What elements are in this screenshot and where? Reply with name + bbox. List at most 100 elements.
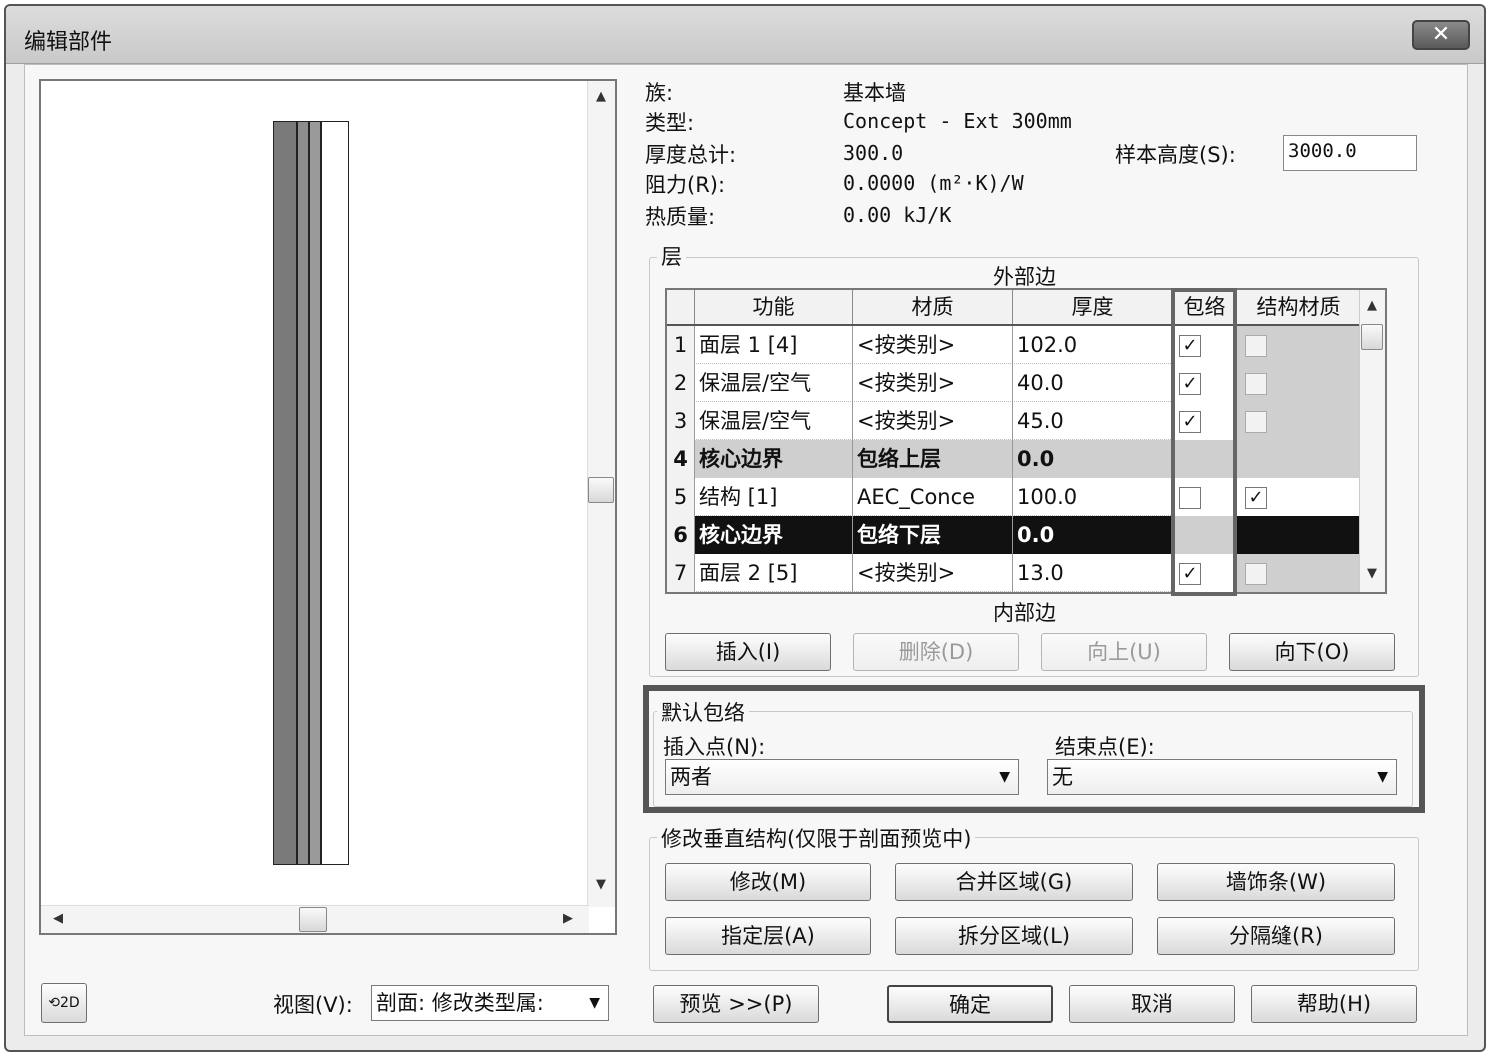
end-point-value: 无 [1052,765,1073,789]
structural-material-checkbox[interactable] [1245,335,1267,357]
scroll-left-icon[interactable]: ◀ [53,911,63,926]
layer-structural-cell[interactable] [1237,364,1361,402]
close-button[interactable]: ✕ [1412,20,1470,50]
insert-button[interactable]: 插入(I) [665,633,831,671]
scroll-down-icon[interactable]: ▼ [596,877,606,892]
assign-layers-button[interactable]: 指定层(A) [665,917,871,955]
section-preview[interactable]: ▲ ▼ ◀ ▶ [39,79,617,935]
view-select[interactable]: 剖面: 修改类型属: ▼ [371,985,609,1021]
table-scroll-down-icon[interactable]: ▼ [1367,566,1377,581]
header-structural-material: 结构材质 [1237,290,1361,324]
row-number: 4 [667,440,695,478]
layer-row[interactable]: 2 保温层/空气 <按类别> 40.0 ✓ [667,364,1361,402]
2d-view-icon: ⟲2D [48,995,80,1011]
layer-function[interactable]: 核心边界 [695,440,853,478]
chevron-down-icon: ▼ [1377,769,1388,785]
table-scroll-up-icon[interactable]: ▲ [1367,298,1377,313]
layer-function[interactable]: 核心边界 [695,516,853,554]
layer-material[interactable]: 包络下层 [853,516,1013,554]
layer-row[interactable]: 1 面层 1 [4] <按类别> 102.0 ✓ [667,326,1361,364]
layer-material[interactable]: <按类别> [853,326,1013,364]
layer-row[interactable]: 5 结构 [1] AEC_Conce 100.0 ✓ [667,478,1361,516]
wall-layer-structure [321,121,349,865]
layer-function[interactable]: 保温层/空气 [695,364,853,402]
reveals-button[interactable]: 分隔缝(R) [1157,917,1395,955]
layer-row[interactable]: 3 保温层/空气 <按类别> 45.0 ✓ [667,402,1361,440]
type-label: 类型: [645,111,695,135]
row-number: 1 [667,326,695,364]
structural-material-checkbox[interactable] [1245,411,1267,433]
close-icon: ✕ [1431,22,1451,47]
header-rownum [667,290,695,324]
layer-function[interactable]: 保温层/空气 [695,402,853,440]
layer-thickness[interactable]: 100.0 [1013,478,1173,516]
move-down-button[interactable]: 向下(O) [1229,633,1395,671]
header-thickness: 厚度 [1013,290,1173,324]
layer-material[interactable]: <按类别> [853,554,1013,592]
chevron-down-icon: ▼ [589,986,600,1020]
layer-structural-cell[interactable] [1237,402,1361,440]
ok-button[interactable]: 确定 [887,985,1053,1023]
layer-material[interactable]: <按类别> [853,364,1013,402]
move-up-button[interactable]: 向上(U) [1041,633,1207,671]
cancel-button[interactable]: 取消 [1069,985,1235,1023]
sweeps-button[interactable]: 墙饰条(W) [1157,863,1395,901]
layer-function[interactable]: 面层 2 [5] [695,554,853,592]
insert-point-label: 插入点(N): [663,735,766,759]
vertical-scroll-thumb[interactable] [588,477,614,503]
structural-material-checkbox[interactable] [1245,373,1267,395]
layer-structural-cell[interactable] [1237,440,1361,478]
wall-layer-insulation-1 [297,121,309,865]
exterior-side-label: 外部边 [993,265,1056,289]
layers-group-title: 层 [657,241,686,271]
scroll-right-icon[interactable]: ▶ [563,911,573,926]
layer-structural-cell[interactable] [1237,554,1361,592]
layer-structural-cell[interactable] [1237,326,1361,364]
preview-vertical-scrollbar[interactable]: ▲ ▼ [587,81,615,907]
structural-material-checkbox[interactable] [1245,563,1267,585]
layer-thickness[interactable]: 0.0 [1013,440,1173,478]
layers-table-scrollbar[interactable]: ▲ ▼ [1359,290,1385,592]
layer-thickness[interactable]: 0.0 [1013,516,1173,554]
layer-structural-cell[interactable]: ✓ [1237,478,1361,516]
layer-function[interactable]: 结构 [1] [695,478,853,516]
sample-height-input[interactable]: 3000.0 [1283,135,1417,171]
layer-thickness[interactable]: 45.0 [1013,402,1173,440]
layer-material[interactable]: AEC_Conce [853,478,1013,516]
help-button[interactable]: 帮助(H) [1251,985,1417,1023]
split-region-button[interactable]: 拆分区域(L) [895,917,1133,955]
layer-thickness[interactable]: 40.0 [1013,364,1173,402]
table-scroll-thumb[interactable] [1361,324,1383,350]
view-select-value: 剖面: 修改类型属: [376,991,544,1015]
delete-button[interactable]: 删除(D) [853,633,1019,671]
chevron-down-icon: ▼ [999,769,1010,785]
modify-button[interactable]: 修改(M) [665,863,871,901]
row-number: 7 [667,554,695,592]
layer-function[interactable]: 面层 1 [4] [695,326,853,364]
resistance-value: 0.0000 (m²·K)/W [843,171,1024,195]
insert-point-value: 两者 [670,765,712,789]
type-value: Concept - Ext 300mm [843,109,1072,133]
layer-material[interactable]: 包络上层 [853,440,1013,478]
layer-thickness[interactable]: 13.0 [1013,554,1173,592]
scroll-up-icon[interactable]: ▲ [596,89,606,104]
resistance-label: 阻力(R): [645,173,726,197]
merge-regions-button[interactable]: 合并区域(G) [895,863,1133,901]
thickness-label: 厚度总计: [645,143,737,167]
insert-point-select[interactable]: 两者 ▼ [665,759,1019,795]
layer-structural-cell[interactable] [1237,516,1361,554]
interior-side-label: 内部边 [993,601,1056,625]
layer-row[interactable]: 7 面层 2 [5] <按类别> 13.0 ✓ [667,554,1361,592]
preview-horizontal-scrollbar[interactable]: ◀ ▶ [41,905,589,933]
structural-material-checkbox[interactable]: ✓ [1245,487,1267,509]
view-2d-button[interactable]: ⟲2D [41,983,87,1023]
thermal-mass-value: 0.00 kJ/K [843,203,952,227]
horizontal-scroll-thumb[interactable] [299,907,327,932]
layer-thickness[interactable]: 102.0 [1013,326,1173,364]
layer-row[interactable]: 4 核心边界 包络上层 0.0 [667,440,1361,478]
layer-row[interactable]: 6 核心边界 包络下层 0.0 [667,516,1361,554]
preview-button[interactable]: 预览 >>(P) [653,985,819,1023]
header-material: 材质 [853,290,1013,324]
end-point-select[interactable]: 无 ▼ [1047,759,1397,795]
layer-material[interactable]: <按类别> [853,402,1013,440]
